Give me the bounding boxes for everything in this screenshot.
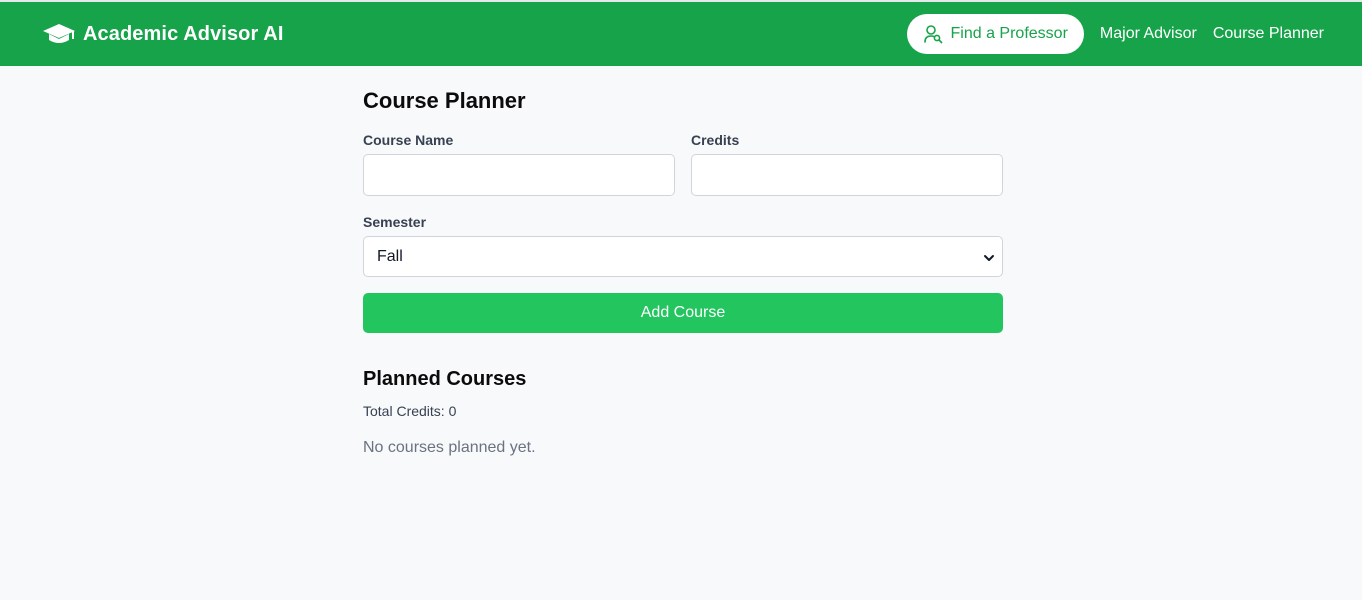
empty-courses-message: No courses planned yet. (363, 439, 536, 456)
credits-input[interactable] (691, 154, 1003, 196)
planned-courses-title: Planned Courses (363, 368, 527, 390)
semester-select[interactable]: Fall (363, 236, 1003, 277)
total-credits: Total Credits: 0 (363, 403, 457, 419)
semester-label: Semester (363, 214, 427, 230)
brand-title: Academic Advisor AI (83, 22, 284, 45)
credits-label: Credits (691, 132, 740, 148)
semester-selected-value: Fall (377, 247, 403, 265)
brand[interactable]: Academic Advisor AI (42, 22, 283, 46)
user-search-icon (923, 24, 943, 44)
navbar: Academic Advisor AI Find a Professor Maj… (0, 2, 1362, 66)
graduation-cap-icon (42, 22, 76, 46)
page-title: Course Planner (363, 88, 526, 113)
find-professor-link[interactable]: Find a Professor (906, 14, 1084, 54)
nav-links: Find a Professor Major Advisor Course Pl… (906, 14, 1324, 54)
course-planner-link[interactable]: Course Planner (1213, 25, 1324, 43)
major-advisor-link[interactable]: Major Advisor (1100, 25, 1197, 43)
add-course-button[interactable]: Add Course (363, 293, 1003, 333)
course-name-input[interactable] (363, 154, 675, 196)
chevron-down-icon (983, 251, 995, 263)
course-name-label: Course Name (363, 132, 454, 148)
find-professor-label: Find a Professor (950, 25, 1068, 42)
